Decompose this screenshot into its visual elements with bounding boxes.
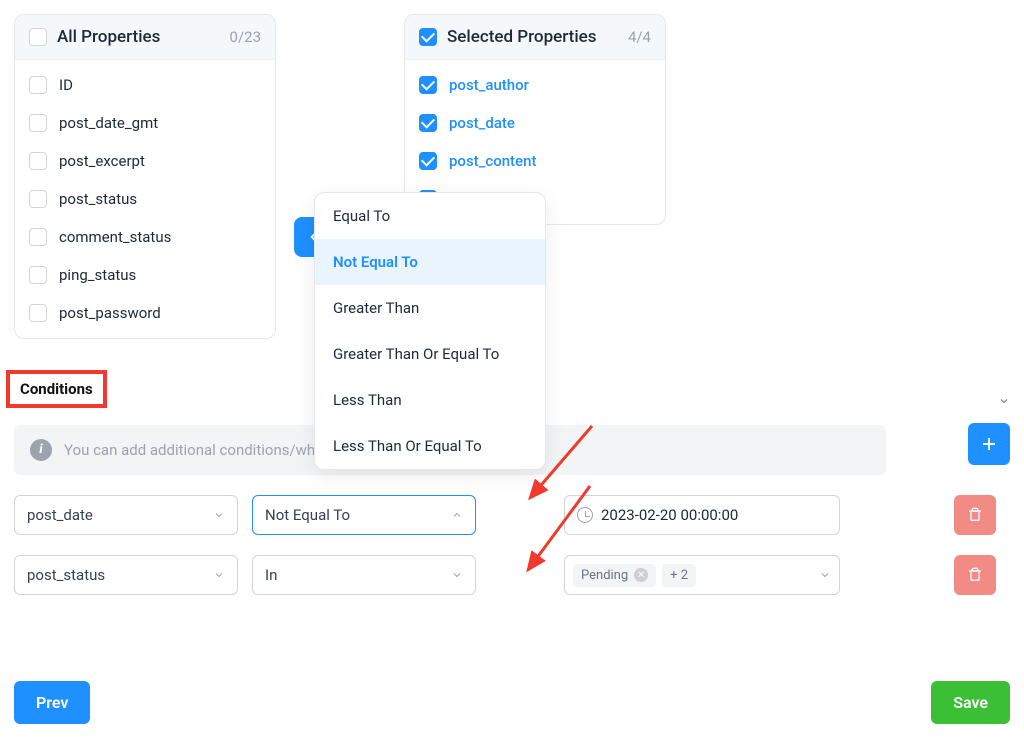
select-all-checkbox[interactable] xyxy=(29,28,47,46)
dropdown-option[interactable]: Equal To xyxy=(315,193,545,239)
list-item[interactable]: post_author xyxy=(405,66,665,104)
delete-condition-button[interactable] xyxy=(954,555,996,595)
item-checkbox[interactable] xyxy=(29,152,47,170)
list-item[interactable]: ping_status xyxy=(15,256,275,294)
item-label: ID xyxy=(59,76,73,94)
list-item[interactable]: post_content xyxy=(405,142,665,180)
save-button[interactable]: Save xyxy=(931,681,1010,724)
remove-tag-icon[interactable]: ✕ xyxy=(634,568,648,582)
section-collapse-icon[interactable] xyxy=(998,395,1010,407)
list-item[interactable]: ID xyxy=(15,66,275,104)
item-label: post_excerpt xyxy=(59,152,145,170)
item-checkbox[interactable] xyxy=(29,228,47,246)
add-condition-button[interactable] xyxy=(968,423,1010,465)
selected-properties-count: 4/4 xyxy=(628,28,651,46)
list-item[interactable]: post_password xyxy=(15,294,275,332)
condition-operator-select[interactable]: Not Equal To xyxy=(252,495,476,535)
chevron-up-icon xyxy=(451,509,463,521)
annotation-arrow xyxy=(518,480,598,580)
list-item[interactable]: comment_status xyxy=(15,218,275,256)
item-checkbox[interactable] xyxy=(29,190,47,208)
condition-field-select[interactable]: post_date xyxy=(14,495,238,535)
item-checkbox[interactable] xyxy=(419,152,437,170)
selected-properties-header: Selected Properties 4/4 xyxy=(405,15,665,60)
footer-actions: Prev Save xyxy=(14,681,1010,724)
list-item[interactable]: post_date xyxy=(405,104,665,142)
all-properties-panel: All Properties 0/23 ID post_date_gmt post_… xyxy=(14,14,276,339)
dropdown-option[interactable]: Greater Than xyxy=(315,285,545,331)
selected-properties-title: Selected Properties xyxy=(447,27,618,47)
info-icon: i xyxy=(30,439,52,461)
item-checkbox[interactable] xyxy=(29,304,47,322)
condition-operator-select[interactable]: In xyxy=(252,555,476,595)
condition-field-select[interactable]: post_status xyxy=(14,555,238,595)
condition-date-value: 2023-02-20 00:00:00 xyxy=(601,506,738,524)
condition-date-input[interactable]: 2023-02-20 00:00:00 xyxy=(564,495,840,535)
dropdown-option[interactable]: Not Equal To xyxy=(315,239,545,285)
item-label: post_date_gmt xyxy=(59,114,158,132)
item-checkbox[interactable] xyxy=(419,114,437,132)
condition-multi-input[interactable]: Pending ✕ + 2 xyxy=(564,555,840,595)
item-label: ping_status xyxy=(59,266,136,284)
item-checkbox[interactable] xyxy=(29,76,47,94)
chevron-down-icon xyxy=(451,569,463,581)
condition-field-value: post_status xyxy=(27,566,105,584)
item-checkbox[interactable] xyxy=(419,76,437,94)
item-checkbox[interactable] xyxy=(29,266,47,284)
item-label: post_status xyxy=(59,190,137,208)
all-properties-count: 0/23 xyxy=(230,28,261,46)
condition-operator-value: In xyxy=(265,566,277,584)
chevron-down-icon xyxy=(213,569,225,581)
all-properties-title: All Properties xyxy=(57,27,220,47)
item-label: post_date xyxy=(449,114,515,132)
item-checkbox[interactable] xyxy=(29,114,47,132)
condition-row: post_status In Pending ✕ + 2 xyxy=(14,555,1010,595)
all-properties-header: All Properties 0/23 xyxy=(15,15,275,60)
prev-button[interactable]: Prev xyxy=(14,681,90,724)
item-label: post_password xyxy=(59,304,161,322)
all-properties-list: ID post_date_gmt post_excerpt post_statusco… xyxy=(15,60,275,338)
dropdown-option[interactable]: Less Than Or Equal To xyxy=(315,423,545,469)
list-item[interactable]: post_date_gmt xyxy=(15,104,275,142)
condition-row: post_date Not Equal To 2023-02-20 00:00:… xyxy=(14,495,1010,535)
condition-field-value: post_date xyxy=(27,506,93,524)
conditions-highlight: Conditions xyxy=(6,370,107,408)
list-item[interactable]: post_status xyxy=(15,180,275,218)
condition-operator-value: Not Equal To xyxy=(265,506,350,524)
conditions-title: Conditions xyxy=(20,380,93,398)
item-label: comment_status xyxy=(59,228,171,246)
list-item[interactable]: post_excerpt xyxy=(15,142,275,180)
dropdown-option[interactable]: Less Than xyxy=(315,377,545,423)
delete-condition-button[interactable] xyxy=(954,495,996,535)
chevron-down-icon xyxy=(213,509,225,521)
item-label: post_author xyxy=(449,76,529,94)
operator-dropdown[interactable]: Equal ToNot Equal ToGreater ThanGreater … xyxy=(314,192,546,470)
dropdown-option[interactable]: Greater Than Or Equal To xyxy=(315,331,545,377)
multi-tag-more: + 2 xyxy=(662,564,696,587)
chevron-down-icon xyxy=(819,569,831,581)
conditions-info-text: You can add additional conditions/wh xyxy=(64,441,315,459)
select-all-selected-checkbox[interactable] xyxy=(419,28,437,46)
item-label: post_content xyxy=(449,152,536,170)
